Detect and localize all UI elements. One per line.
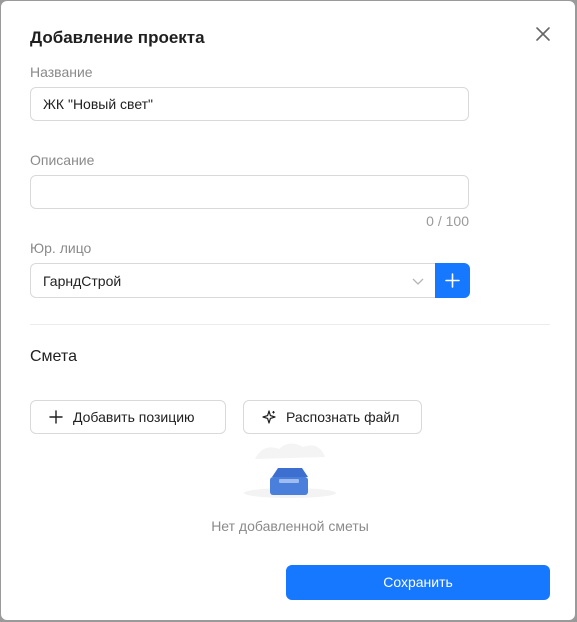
estimate-section-title: Смета bbox=[30, 348, 77, 365]
legal-entity-select[interactable]: ГарндСтрой bbox=[30, 263, 436, 298]
name-input[interactable] bbox=[30, 87, 469, 121]
add-project-dialog: Добавление проекта Название Описание 0 /… bbox=[1, 1, 575, 620]
save-button[interactable]: Сохранить bbox=[286, 565, 550, 600]
name-label: Название bbox=[30, 64, 93, 80]
add-position-label: Добавить позицию bbox=[73, 409, 195, 425]
empty-estimate-text: Нет добавленной сметы bbox=[211, 518, 369, 534]
section-divider bbox=[30, 324, 550, 325]
recognize-file-label: Распознать файл bbox=[286, 409, 400, 425]
chevron-down-icon bbox=[412, 278, 424, 285]
description-counter: 0 / 100 bbox=[426, 213, 469, 229]
plus-icon bbox=[445, 273, 460, 288]
empty-box-icon bbox=[244, 443, 336, 498]
legal-entity-label: Юр. лицо bbox=[30, 240, 92, 256]
recognize-file-button[interactable]: Распознать файл bbox=[243, 400, 422, 434]
description-label: Описание bbox=[30, 152, 95, 168]
legal-entity-value: ГарндСтрой bbox=[43, 273, 122, 289]
close-button[interactable] bbox=[532, 23, 554, 45]
plus-icon bbox=[49, 410, 63, 424]
description-input[interactable] bbox=[30, 175, 469, 209]
dialog-title: Добавление проекта bbox=[30, 28, 205, 47]
add-position-button[interactable]: Добавить позицию bbox=[30, 400, 226, 434]
sparkle-icon bbox=[262, 410, 276, 424]
add-legal-entity-button[interactable] bbox=[435, 263, 470, 298]
close-icon bbox=[536, 27, 550, 41]
